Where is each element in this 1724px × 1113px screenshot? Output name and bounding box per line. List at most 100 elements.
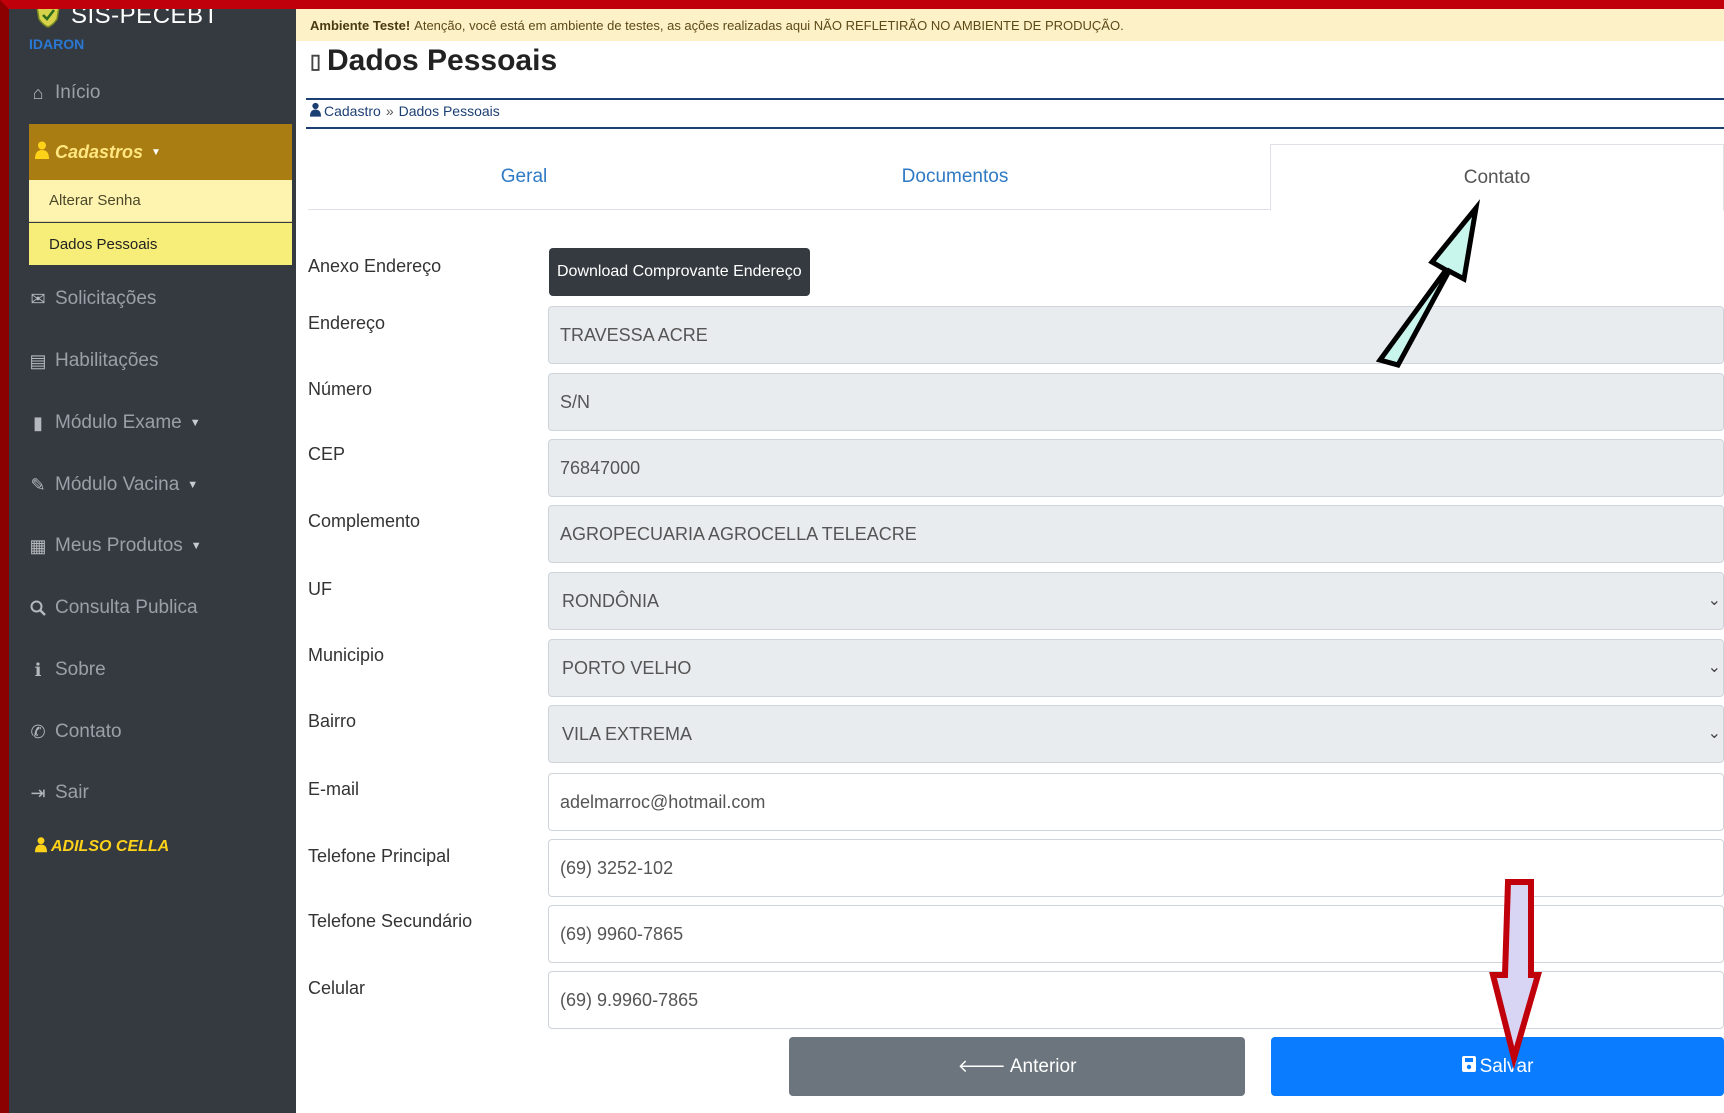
user-name: ADILSO CELLA [51, 838, 170, 855]
uf-label: UF [308, 579, 332, 599]
user-icon [35, 141, 49, 164]
save-icon [1461, 1056, 1476, 1077]
app-name: SIS-PECEBT [71, 2, 219, 29]
cep-label: CEP [308, 444, 346, 464]
page-title: ▯ Dados Pessoais [310, 44, 557, 78]
page-title-text: Dados Pessoais [327, 44, 558, 77]
sidebar-item-label: Sobre [55, 659, 106, 680]
caret-down-icon: ▼ [190, 540, 202, 552]
org-name: IDARON [29, 36, 85, 52]
sidebar-item-consulta-publica[interactable]: Consulta Publica [27, 586, 291, 630]
tab-contato[interactable]: Contato [1270, 144, 1724, 211]
breadcrumb: Cadastro » Dados Pessoais [310, 102, 500, 120]
sidebar-item-modulo-exame[interactable]: ▮ Módulo Exame ▼ [27, 401, 291, 445]
test-environment-alert: Ambiente Teste! Atenção, você está em am… [296, 9, 1724, 41]
sidebar-user[interactable]: ADILSO CELLA [35, 836, 169, 858]
sidebar-item-modulo-vacina[interactable]: ✎ Módulo Vacina ▼ [27, 463, 291, 507]
phone-icon: ✆ [30, 721, 46, 742]
celular-field[interactable]: (69) 9.9960-7865 [548, 971, 1724, 1029]
email-field[interactable]: adelmarroc@hotmail.com [548, 773, 1724, 831]
bairro-label: Bairro [308, 711, 357, 731]
endereco-label: Endereço [308, 313, 386, 333]
caret-down-icon: ▼ [189, 417, 201, 429]
document-icon: ▤ [29, 350, 47, 371]
sidebar-item-label: Cadastros [55, 141, 144, 162]
user-icon [35, 836, 47, 858]
sidebar-item-contato[interactable]: ✆ Contato [27, 710, 291, 754]
tab-bar: Geral Documentos Contato [308, 144, 1724, 211]
sidebar-item-inicio[interactable]: ⌂ Início [27, 71, 291, 115]
box-icon: ▦ [29, 535, 47, 556]
anexo-endereco-label: Anexo Endereço [308, 256, 442, 276]
download-comprovante-button[interactable]: Download Comprovante Endereço [549, 248, 810, 296]
sidebar-item-label: Módulo Vacina [55, 474, 180, 495]
tab-geral[interactable]: Geral [308, 144, 740, 210]
sidebar-item-solicitacoes[interactable]: ✉ Solicitações [27, 277, 291, 321]
telefone-secundario-field[interactable]: (69) 9960-7865 [548, 905, 1724, 963]
sidebar-item-label: Habilitações [55, 350, 159, 371]
celular-label: Celular [308, 978, 366, 998]
main-content: Ambiente Teste! Atenção, você está em am… [296, 0, 1724, 1113]
sidebar-item-sair[interactable]: ⇥ Sair [27, 771, 291, 815]
uf-select-value: RONDÔNIA [562, 590, 660, 611]
sidebar-item-label: Módulo Exame [55, 412, 182, 433]
numero-field[interactable]: S/N [548, 373, 1724, 431]
sidebar-item-label: Sair [55, 782, 89, 803]
alert-title: Ambiente Teste! [310, 17, 411, 33]
caret-down-icon: ▼ [187, 479, 199, 491]
shield-logo-icon [36, 2, 60, 28]
salvar-button[interactable]: Salvar [1271, 1037, 1724, 1096]
sidebar-item-label: Solicitações [55, 288, 157, 309]
title-divider [306, 98, 1724, 100]
sidebar-item-meus-produtos[interactable]: ▦ Meus Produtos ▼ [27, 524, 291, 568]
info-icon: ℹ [34, 659, 42, 680]
anterior-button[interactable]: 🡐 Anterior [789, 1037, 1245, 1096]
logout-icon: ⇥ [30, 782, 46, 803]
bairro-select[interactable]: VILA EXTREMA ⌄ [548, 705, 1724, 763]
uf-select[interactable]: RONDÔNIA ⌄ [548, 572, 1724, 630]
telefone-principal-label: Telefone Principal [308, 846, 451, 866]
complemento-label: Complemento [308, 511, 421, 531]
salvar-button-label: Salvar [1479, 1055, 1534, 1077]
sidebar-item-sobre[interactable]: ℹ Sobre [27, 648, 291, 692]
syringe-icon: ✎ [30, 474, 46, 495]
sidebar-item-label: Consulta Publica [55, 597, 198, 618]
bairro-select-value: VILA EXTREMA [562, 723, 693, 744]
cep-field[interactable]: 76847000 [548, 439, 1724, 497]
telefone-principal-field[interactable]: (69) 3252-102 [548, 839, 1724, 897]
numero-label: Número [308, 379, 373, 399]
complemento-field[interactable]: AGROPECUARIA AGROCELLA TELEACRE [548, 505, 1724, 563]
envelope-icon: ✉ [30, 288, 46, 309]
arrow-left-icon: 🡐 [957, 1056, 1006, 1076]
tab-documentos[interactable]: Documentos [740, 144, 1170, 210]
municipio-select[interactable]: PORTO VELHO ⌄ [548, 639, 1724, 697]
sidebar-item-habilitacoes[interactable]: ▤ Habilitações [27, 339, 291, 383]
alert-text: Atenção, você está em ambiente de testes… [414, 17, 1124, 33]
bookmark-icon: ▯ [310, 50, 322, 73]
anterior-button-label: Anterior [1009, 1055, 1077, 1077]
breadcrumb-separator-icon: » [385, 103, 394, 119]
breadcrumb-cadastro[interactable]: Cadastro [324, 103, 381, 119]
sidebar-item-label: Contato [55, 721, 122, 742]
caret-down-icon: ▼ [151, 146, 161, 158]
breadcrumb-dados-pessoais[interactable]: Dados Pessoais [399, 103, 500, 119]
submenu-dados-pessoais[interactable]: Dados Pessoais [29, 223, 292, 265]
endereco-field[interactable]: TRAVESSA ACRE [548, 306, 1724, 364]
search-icon [27, 597, 49, 619]
municipio-label: Municipio [308, 645, 385, 665]
email-label: E-mail [308, 779, 360, 799]
chevron-down-icon: ⌄ [1707, 725, 1721, 742]
municipio-select-value: PORTO VELHO [562, 657, 692, 678]
file-icon: ▮ [33, 412, 43, 433]
telefone-secundario-label: Telefone Secundário [308, 911, 473, 931]
sidebar-item-cadastros[interactable]: Cadastros ▼ [29, 124, 292, 180]
home-icon: ⌂ [32, 82, 44, 103]
chevron-down-icon: ⌄ [1707, 592, 1721, 609]
sidebar-item-label: Meus Produtos [55, 535, 183, 556]
breadcrumb-divider [306, 127, 1724, 129]
submenu-alterar-senha[interactable]: Alterar Senha [29, 180, 292, 222]
chevron-down-icon: ⌄ [1707, 659, 1721, 676]
sidebar-item-label: Início [55, 82, 101, 103]
sidebar: SIS-PECEBT IDARON ⌂ Início Cadastros ▼ A… [9, 0, 296, 1113]
user-icon [310, 102, 321, 120]
